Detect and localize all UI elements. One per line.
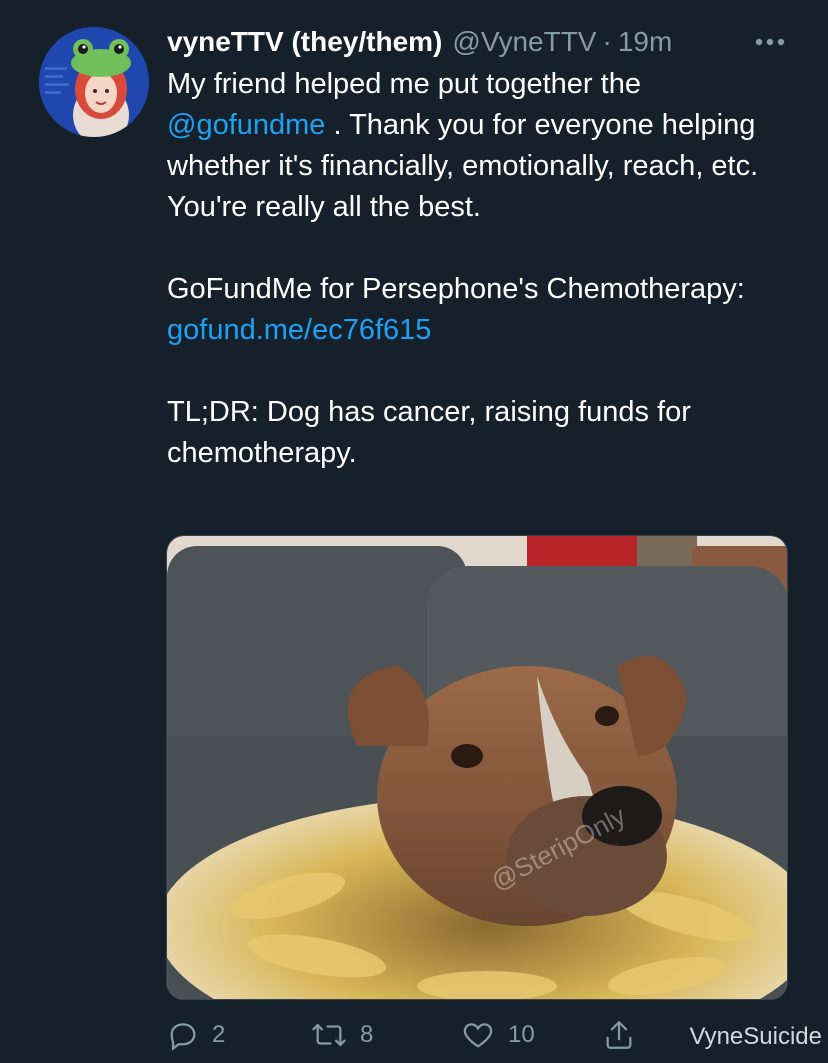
more-icon	[755, 38, 785, 46]
tweet[interactable]: vyneTTV (they/them) @VyneTTV · 19m My fr…	[0, 0, 828, 1063]
like-icon	[463, 1023, 493, 1048]
avatar[interactable]	[39, 27, 149, 137]
retweet-count: 8	[360, 1021, 374, 1048]
tweet-photo[interactable]: @SteripOnly	[166, 535, 788, 1000]
tweet-paragraph-1: My friend helped me put together the @go…	[167, 64, 797, 228]
like-button[interactable]: 10	[460, 1012, 535, 1058]
tweet-paragraph-3: TL;DR: Dog has cancer, raising funds for…	[167, 396, 691, 469]
retweet-icon	[312, 1023, 346, 1047]
share-button[interactable]	[602, 1012, 636, 1058]
share-icon	[606, 1021, 632, 1049]
overlay-watermark: VyneSuicide	[689, 1023, 822, 1050]
display-name[interactable]: vyneTTV (they/them)	[167, 26, 442, 58]
more-button[interactable]	[750, 22, 790, 62]
tweet-paragraph-2: GoFundMe for Persephone's Chemotherapy: …	[167, 269, 797, 351]
gofundme-link[interactable]: gofund.me/ec76f615	[167, 314, 431, 346]
separator-dot: ·	[602, 26, 612, 57]
tweet-header: vyneTTV (they/them) @VyneTTV · 19m	[167, 22, 797, 62]
timestamp[interactable]: 19m	[618, 26, 672, 58]
tweet-text: My friend helped me put together the @go…	[167, 64, 797, 474]
user-handle[interactable]: @VyneTTV	[452, 26, 596, 58]
mention-link[interactable]: @gofundme	[167, 109, 325, 141]
like-count: 10	[508, 1021, 535, 1048]
tweet-text-segment: GoFundMe for Persephone's Chemotherapy:	[167, 273, 745, 305]
retweet-button[interactable]: 8	[310, 1012, 373, 1058]
tweet-text-segment: My friend helped me put together the	[167, 68, 641, 100]
reply-icon	[170, 1023, 196, 1051]
reply-count: 2	[212, 1021, 226, 1048]
reply-button[interactable]: 2	[166, 1012, 225, 1058]
